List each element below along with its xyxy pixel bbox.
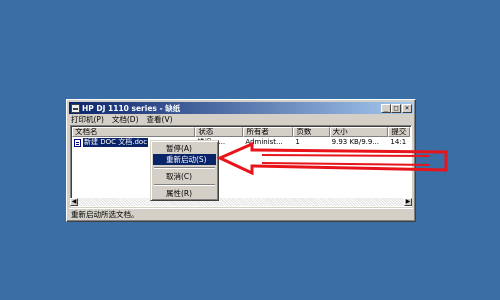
annotation-arrow-icon <box>216 141 448 176</box>
